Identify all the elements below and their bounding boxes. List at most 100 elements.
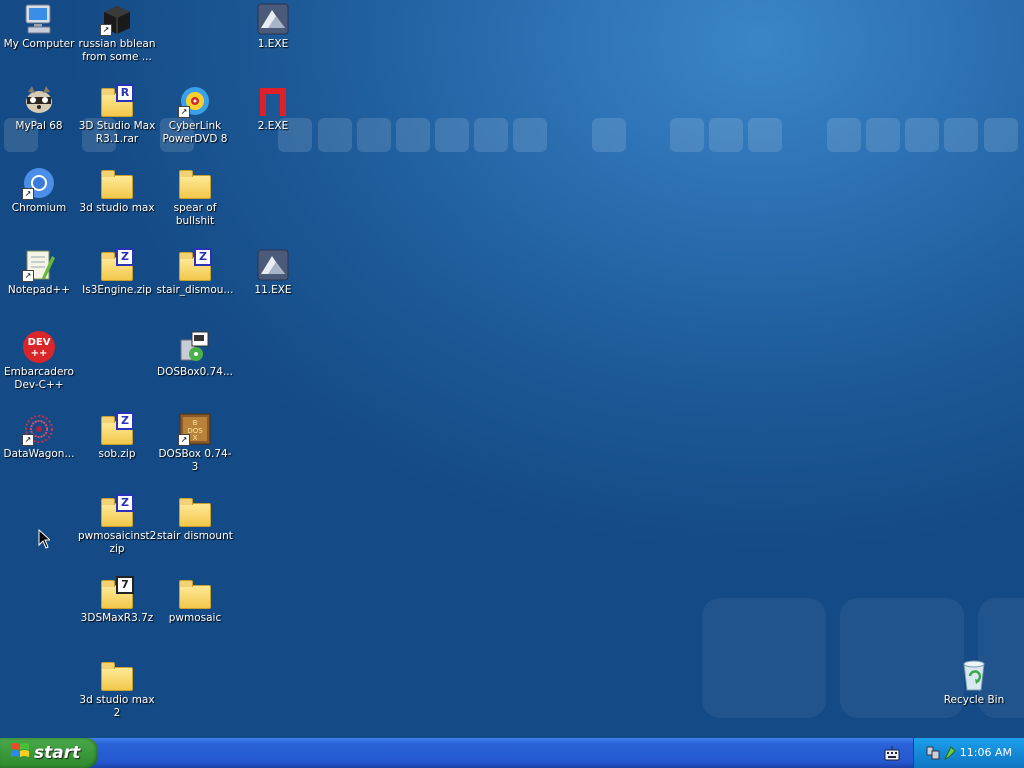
icon-label: DOSBox0.74... <box>157 366 233 378</box>
wallpaper-tile <box>702 598 826 718</box>
folder-icon <box>178 494 212 528</box>
icon-label: 3d studio max <box>79 202 155 214</box>
windows-logo-icon <box>10 742 30 764</box>
recycle-bin-icon <box>957 658 991 692</box>
folder-icon <box>178 576 212 610</box>
icon-label: My Computer <box>3 38 75 50</box>
svg-text:B: B <box>193 419 198 427</box>
zip-folder-icon: Z <box>178 248 212 282</box>
desktop-icon-2-exe[interactable]: 2.EXE <box>234 84 312 164</box>
desktop-icon-pwmosaicinst2-zip[interactable]: Z pwmosaicinst2. zip <box>78 494 160 574</box>
icon-label: 1.EXE <box>257 38 289 50</box>
wallpaper-tile <box>905 118 939 152</box>
desktop-icon-recycle-bin[interactable]: Recycle Bin <box>935 658 1013 738</box>
wallpaper-tile <box>709 118 743 152</box>
icon-label: russian bblean from some ... <box>78 38 156 63</box>
exe-icon <box>256 248 290 282</box>
network-icon[interactable] <box>926 745 940 765</box>
icon-label: 2.EXE <box>257 120 289 132</box>
wallpaper-tile <box>748 118 782 152</box>
shortcut-arrow-icon: ↗ <box>22 188 34 200</box>
icon-label: Notepad++ <box>7 284 71 296</box>
wallpaper-tile <box>396 118 430 152</box>
desktop-icon-3dsmaxr3-7z[interactable]: 7 3DSMaxR3.7z <box>78 576 156 656</box>
start-label: start <box>34 743 81 763</box>
wallpaper-tile <box>357 118 391 152</box>
keyboard-layout-icon[interactable] <box>884 745 900 765</box>
zip-folder-icon: Z <box>100 248 134 282</box>
shortcut-arrow-icon: ↗ <box>100 24 112 36</box>
desktop-icon-3d-studio-max-folder[interactable]: 3d studio max <box>78 166 156 246</box>
desktop-icon-mypal[interactable]: MyPal 68 <box>0 84 78 164</box>
icon-label: stair dismount <box>157 530 233 542</box>
icon-label: Is3Engine.zip <box>82 284 152 296</box>
dvd-player-icon: ↗ <box>178 84 212 118</box>
my-computer-icon <box>22 2 56 36</box>
desktop-icon-stair-dismount-zip[interactable]: Z stair_dismou... <box>156 248 234 328</box>
svg-text:X: X <box>193 434 198 442</box>
desktop-icon-russian-bblean[interactable]: ↗ russian bblean from some ... <box>78 2 156 82</box>
raccoon-browser-icon <box>22 84 56 118</box>
icon-label: 11.EXE <box>254 284 292 296</box>
shortcut-arrow-icon: ↗ <box>178 434 190 446</box>
clock[interactable]: 11:06 AM <box>960 746 1012 759</box>
folder-icon <box>178 166 212 200</box>
desktop-icon-chromium[interactable]: ↗ Chromium <box>0 166 78 246</box>
desktop-icon-3dsmax-rar[interactable]: R 3D Studio Max R3.1.rar <box>78 84 156 164</box>
system-tray: 11:06 AM <box>913 738 1024 768</box>
icon-label: Embarcadero Dev-C++ <box>4 366 74 391</box>
icon-label: Chromium <box>11 202 67 214</box>
notepad-plus-plus-icon: ↗ <box>22 248 56 282</box>
desktop-icon-pwmosaic-folder[interactable]: pwmosaic <box>156 576 234 656</box>
wallpaper-tile <box>827 118 861 152</box>
icon-label: Recycle Bin <box>943 694 1005 706</box>
desktop-icon-notepad-plus-plus[interactable]: ↗ Notepad++ <box>0 248 78 328</box>
shortcut-arrow-icon: ↗ <box>178 106 190 118</box>
icon-label: MyPal 68 <box>15 120 63 132</box>
chromium-icon: ↗ <box>22 166 56 200</box>
icon-label: 3DSMaxR3.7z <box>80 612 154 624</box>
desktop-icon-stair-dismount-folder[interactable]: stair dismount <box>156 494 234 574</box>
wallpaper-tile <box>866 118 900 152</box>
icon-label: 3D Studio Max R3.1.rar <box>78 120 156 145</box>
black-box-icon: ↗ <box>100 2 134 36</box>
desktop-icon-3d-studio-max-2-folder[interactable]: 3d studio max 2 <box>78 658 156 738</box>
wallpaper-tile <box>513 118 547 152</box>
desktop-icon-spear-of-bullshit[interactable]: spear of bullshit <box>156 166 234 246</box>
red-exe-icon <box>256 84 290 118</box>
start-button[interactable]: start <box>0 738 98 768</box>
zip-folder-icon: Z <box>100 494 134 528</box>
exe-icon <box>256 2 290 36</box>
datawagon-icon: ↗ <box>22 412 56 446</box>
icon-label: CyberLink PowerDVD 8 <box>162 120 228 145</box>
dev-cpp-icon: DEV ++ <box>22 330 56 364</box>
desktop-icon-datawagon[interactable]: ↗ DataWagon... <box>0 412 78 492</box>
mouse-cursor-icon <box>38 528 52 553</box>
desktop-icon-my-computer[interactable]: My Computer <box>0 2 78 82</box>
icon-label: pwmosaicinst2. zip <box>78 530 160 555</box>
shortcut-arrow-icon: ↗ <box>22 434 34 446</box>
desktop-icon-dosbox[interactable]: B DOS X ↗ DOSBox 0.74-3 <box>156 412 234 492</box>
svg-text:DEV: DEV <box>28 337 51 348</box>
wallpaper-tile <box>318 118 352 152</box>
desktop-icon-1-exe[interactable]: 1.EXE <box>234 2 312 82</box>
rar-archive-icon: R <box>100 84 134 118</box>
folder-icon <box>100 166 134 200</box>
icon-label: sob.zip <box>98 448 136 460</box>
desktop-icon-dev-cpp[interactable]: DEV ++ Embarcadero Dev-C++ <box>0 330 78 410</box>
taskbar: start 11:06 AM <box>0 738 1024 768</box>
desktop-icon-powerdvd[interactable]: ↗ CyberLink PowerDVD 8 <box>156 84 234 164</box>
folder-icon <box>100 658 134 692</box>
shortcut-arrow-icon: ↗ <box>22 270 34 282</box>
desktop[interactable]: My Computer MyPal 68 ↗ Chromium ↗ Notepa… <box>0 0 1024 738</box>
wallpaper-tile <box>474 118 508 152</box>
desktop-icon-is3engine-zip[interactable]: Z Is3Engine.zip <box>78 248 156 328</box>
wallpaper-tile <box>944 118 978 152</box>
safely-remove-hardware-icon[interactable] <box>943 745 957 765</box>
installer-icon <box>178 330 212 364</box>
wallpaper-tile <box>670 118 704 152</box>
desktop-icon-11-exe[interactable]: 11.EXE <box>234 248 312 328</box>
desktop-icon-sob-zip[interactable]: Z sob.zip <box>78 412 156 492</box>
svg-text:++: ++ <box>31 348 48 359</box>
desktop-icon-dosbox-installer[interactable]: DOSBox0.74... <box>156 330 234 410</box>
